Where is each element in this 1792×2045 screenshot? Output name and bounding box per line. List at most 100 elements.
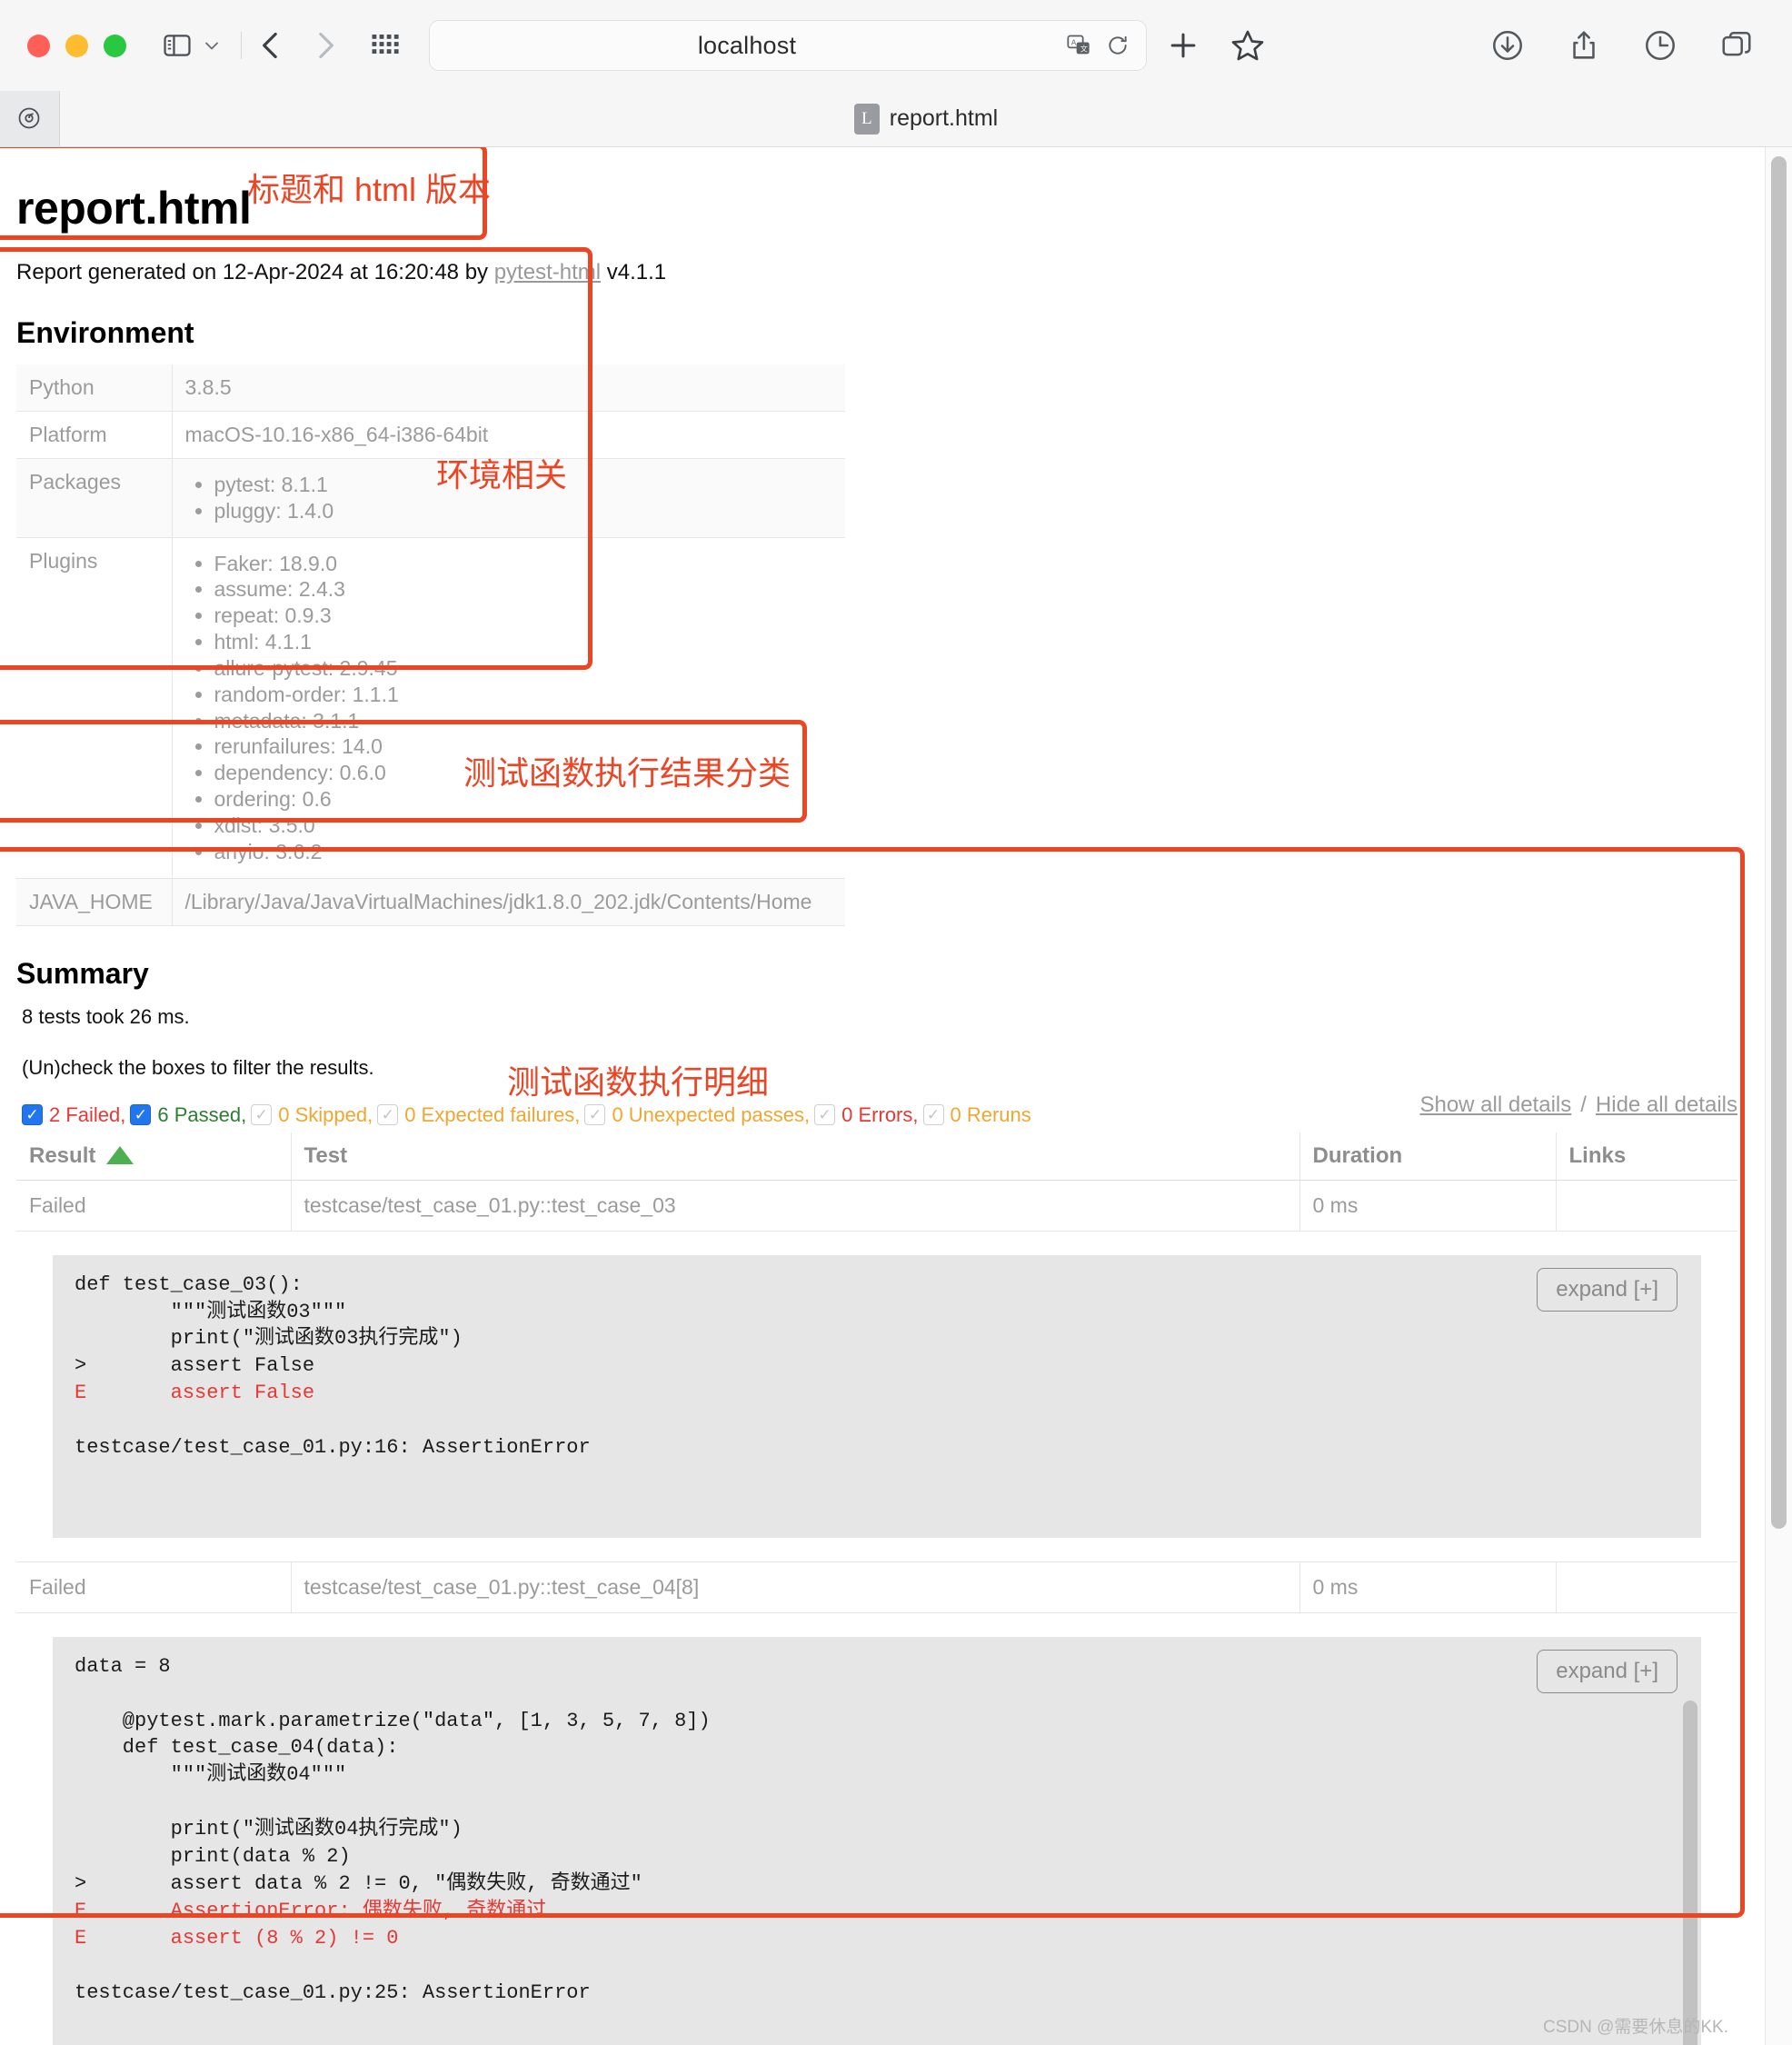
result-status: Failed <box>16 1561 292 1613</box>
filter-label: 0 Reruns <box>950 1102 1031 1126</box>
download-icon[interactable] <box>1488 26 1527 65</box>
filter-reruns[interactable]: ✓ 0 Reruns <box>922 1102 1031 1127</box>
environment-table-body: Python 3.8.5 Platform macOS-10.16-x86_64… <box>16 364 845 926</box>
star-icon[interactable] <box>1227 25 1269 66</box>
result-status: Failed <box>16 1180 292 1232</box>
log-trailer: testcase/test_case_01.py:16: AssertionEr… <box>75 1436 591 1460</box>
list-item: anyio: 3.6.2 <box>214 840 833 863</box>
maximize-window-button[interactable] <box>104 34 126 57</box>
log-row: data = 8 @pytest.mark.parametrize("data"… <box>16 1612 1737 2045</box>
results-table: Result Test Duration Links Failed testca… <box>16 1132 1737 2045</box>
env-value: /Library/Java/JavaVirtualMachines/jdk1.8… <box>172 878 845 926</box>
column-header-result[interactable]: Result <box>16 1132 292 1181</box>
chevron-down-icon[interactable] <box>199 27 224 64</box>
filter-failed[interactable]: ✓ 2 Failed, <box>22 1103 125 1127</box>
annotation-environment: 环境相关 <box>436 456 568 494</box>
clock-icon[interactable] <box>1641 26 1679 65</box>
window-controls <box>27 34 126 57</box>
tabs-icon[interactable] <box>1717 26 1756 65</box>
back-arrow-icon[interactable] <box>251 25 293 66</box>
list-item: random-order: 1.1.1 <box>214 683 833 706</box>
pytest-html-link[interactable]: pytest-html <box>494 260 601 284</box>
test-duration: 0 ms <box>1299 1180 1557 1232</box>
table-row: Packages pytest: 8.1.1 pluggy: 1.4.0 <box>16 458 845 538</box>
links-separator: / <box>1580 1092 1587 1117</box>
expand-button[interactable]: expand [+] <box>1537 1649 1678 1693</box>
checkbox-checked-icon[interactable]: ✓ <box>130 1104 152 1126</box>
failure-log: def test_case_03(): """测试函数03""" print("… <box>53 1254 1701 1538</box>
forward-arrow-icon[interactable] <box>304 25 345 66</box>
toolbar-right-actions <box>1488 26 1765 65</box>
table-row[interactable]: Failed testcase/test_case_01.py::test_ca… <box>16 1180 1737 1232</box>
minimize-window-button[interactable] <box>65 34 88 57</box>
table-header-row: Result Test Duration Links <box>16 1132 1737 1181</box>
tab-title: report.html <box>889 105 999 131</box>
checkbox-unchecked-icon[interactable]: ✓ <box>251 1104 273 1126</box>
log-scrollbar[interactable] <box>1683 1646 1697 2045</box>
expand-button[interactable]: expand [+] <box>1537 1267 1678 1312</box>
translate-icon[interactable]: A 文 <box>1064 31 1093 60</box>
watermark: CSDN @需要休息的KK. <box>1542 2018 1728 2037</box>
log-error-lines: E AssertionError: 偶数失败, 奇数通过 E assert (8… <box>75 1899 547 1950</box>
log-source: data = 8 @pytest.mark.parametrize("data"… <box>75 1654 711 1895</box>
details-toggle-links: Show all details / Hide all details <box>1419 1092 1737 1118</box>
tests-duration-line: 8 tests took 26 ms. <box>22 1004 190 1028</box>
plus-icon[interactable] <box>1163 25 1203 65</box>
summary-box: 8 tests took 26 ms. (Un)check the boxes … <box>16 1005 1737 1127</box>
address-bar[interactable]: localhost A 文 <box>429 20 1147 71</box>
tab-report-html[interactable]: L report.html <box>60 91 1792 146</box>
env-value: 3.8.5 <box>172 364 845 412</box>
log-row: def test_case_03(): """测试函数03""" print("… <box>16 1231 1737 1562</box>
table-row[interactable]: Failed testcase/test_case_01.py::test_ca… <box>16 1561 1737 1613</box>
log-source: def test_case_03(): """测试函数03""" print("… <box>75 1272 463 1378</box>
page-scrollbar-thumb[interactable] <box>1771 156 1787 1529</box>
pytest-html-report: 标题和 html 版本 环境相关 测试函数执行结果分类 测试函数执行明细 rep… <box>0 147 1765 2045</box>
page-scrollbar[interactable] <box>1765 147 1792 2045</box>
sidebar-icon[interactable] <box>159 27 195 64</box>
result-header-label: Result <box>29 1142 96 1168</box>
column-header-duration[interactable]: Duration <box>1299 1132 1557 1181</box>
env-value: Faker: 18.9.0 assume: 2.4.3 repeat: 0.9.… <box>172 537 845 879</box>
favicon: L <box>853 103 880 135</box>
url-text: localhost <box>697 31 797 59</box>
checkbox-unchecked-icon[interactable]: ✓ <box>584 1104 606 1126</box>
show-all-details-link[interactable]: Show all details <box>1419 1092 1571 1117</box>
ascending-sort-arrow-icon[interactable] <box>106 1145 134 1164</box>
list-item: assume: 2.4.3 <box>214 578 833 601</box>
annotation-test-details: 测试函数执行明细 <box>507 1063 770 1101</box>
filter-passed[interactable]: ✓ 6 Passed, <box>130 1103 246 1127</box>
tab-strip: L report.html <box>0 91 1792 147</box>
test-name: testcase/test_case_01.py::test_case_04[8… <box>291 1561 1300 1613</box>
reload-icon[interactable] <box>1104 32 1131 59</box>
share-icon[interactable] <box>1565 26 1603 65</box>
test-links <box>1556 1561 1737 1613</box>
column-header-test[interactable]: Test <box>291 1132 1300 1181</box>
table-row: Platform macOS-10.16-x86_64-i386-64bit <box>16 411 845 459</box>
filter-label: 0 Expected failures, <box>404 1102 581 1126</box>
safari-browser-window: localhost A 文 L report.html 标题和 html 版本 … <box>0 0 1792 2045</box>
checkbox-unchecked-icon[interactable]: ✓ <box>814 1104 836 1126</box>
log-cell: def test_case_03(): """测试函数03""" print("… <box>16 1231 1737 1562</box>
list-item: repeat: 0.9.3 <box>214 604 833 627</box>
pinned-tab[interactable] <box>0 91 60 146</box>
results-table-head: Result Test Duration Links <box>16 1132 1737 1181</box>
table-row: Plugins Faker: 18.9.0 assume: 2.4.3 repe… <box>16 537 845 879</box>
checkbox-unchecked-icon[interactable]: ✓ <box>377 1104 399 1126</box>
log-error-lines: E assert False <box>75 1382 315 1405</box>
grid-icon[interactable] <box>363 25 405 66</box>
annotation-title-version: 标题和 html 版本 <box>247 171 492 208</box>
filter-errors[interactable]: ✓ 0 Errors, <box>814 1103 919 1127</box>
generator-version: v4.1.1 <box>601 260 667 284</box>
close-window-button[interactable] <box>27 34 50 57</box>
browser-toolbar: localhost A 文 <box>0 0 1792 91</box>
column-header-links[interactable]: Links <box>1556 1132 1737 1181</box>
filter-unexpected-passes[interactable]: ✓ 0 Unexpected passes, <box>584 1103 810 1127</box>
filter-skipped[interactable]: ✓ 0 Skipped, <box>251 1103 373 1127</box>
log-scrollbar-thumb[interactable] <box>1683 1700 1697 2045</box>
checkbox-checked-icon[interactable]: ✓ <box>22 1104 43 1126</box>
checkbox-unchecked-icon[interactable]: ✓ <box>922 1104 944 1126</box>
filter-expected-failures[interactable]: ✓ 0 Expected failures, <box>377 1103 580 1127</box>
hide-all-details-link[interactable]: Hide all details <box>1596 1092 1737 1117</box>
results-table-body: Failed testcase/test_case_01.py::test_ca… <box>16 1180 1737 2045</box>
filter-label: 0 Skipped, <box>278 1102 373 1126</box>
